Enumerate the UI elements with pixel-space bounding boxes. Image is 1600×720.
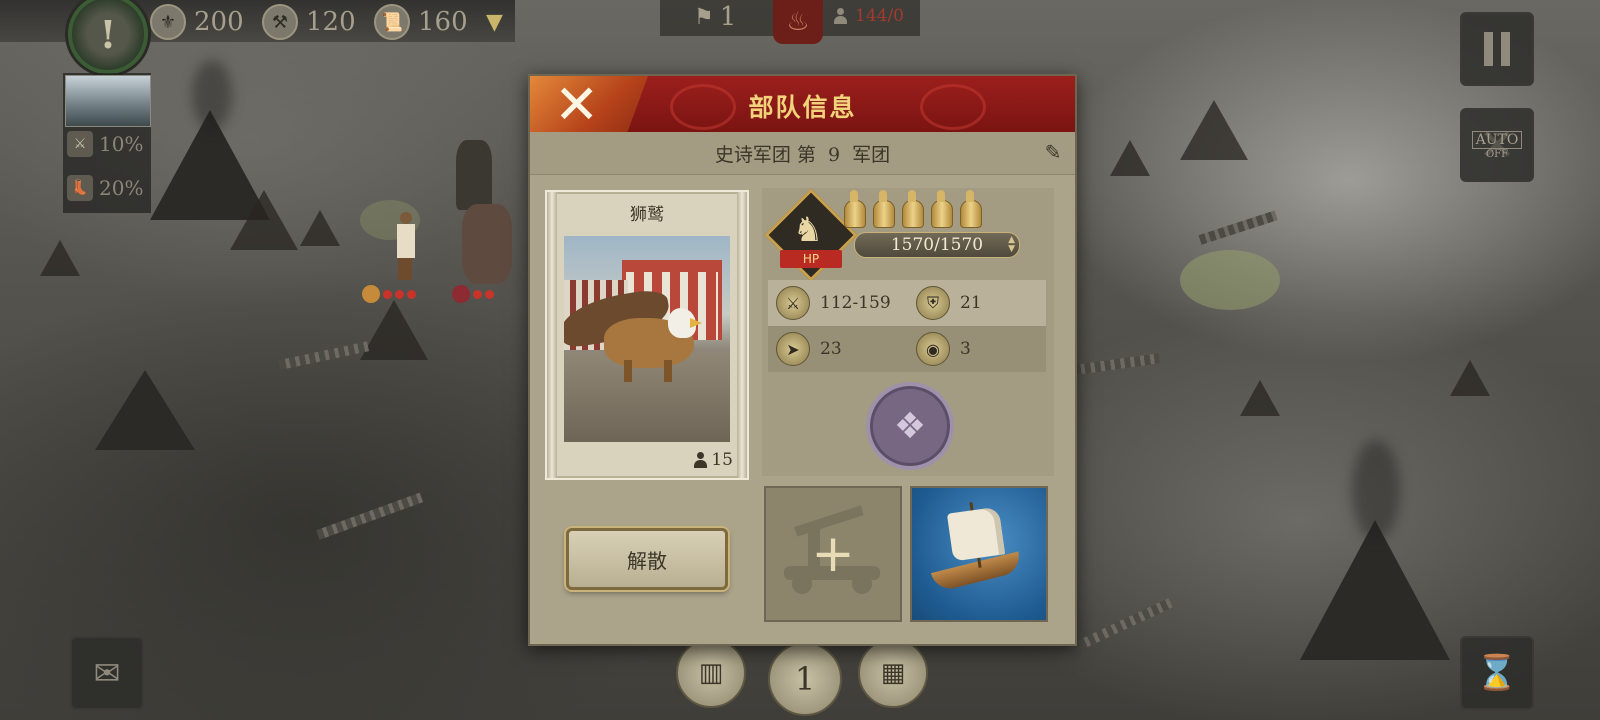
meadow-tile <box>1180 250 1280 310</box>
speed-icon: ➤ <box>776 332 810 366</box>
vision-icon: ◉ <box>916 332 950 366</box>
wall-segment <box>1074 353 1160 375</box>
auto-battle-button[interactable]: ✕ AUTO OFF <box>1460 108 1534 182</box>
unit-portrait-card: 狮鹫 15 <box>545 190 749 480</box>
terrain-info-panel[interactable]: ⚔ 10% 👢 20% <box>63 73 151 213</box>
scroll-icon: 📜 <box>374 4 410 40</box>
mountain <box>40 240 80 276</box>
terrain-thumbnail <box>65 75 151 127</box>
volcano <box>95 370 195 450</box>
wolf-emblem-icon[interactable]: ❖ <box>866 382 954 470</box>
helmet-icon <box>900 190 924 228</box>
mountain <box>1240 380 1280 416</box>
attack-icon: ⚔ <box>776 286 810 320</box>
legion-bar: 史诗军团 第 9 军团 ✎ <box>530 132 1075 175</box>
map-unit-spearman[interactable] <box>394 212 416 282</box>
flag-counter: ⚑ 1 <box>694 2 737 32</box>
chevron-down-icon[interactable]: ▼ <box>486 10 503 35</box>
flame-icon: ♨ <box>786 7 810 37</box>
resource-scroll: 📜 160 <box>374 4 468 40</box>
unit-name: 狮鹫 <box>630 205 664 225</box>
mountain <box>230 190 298 250</box>
card-column-left <box>547 192 557 478</box>
card-column-right <box>737 192 747 478</box>
stat-attack: ⚔ 112-159 <box>776 286 891 320</box>
knight-horse-icon: ♞ <box>792 210 824 250</box>
stat-vision: ◉ 3 <box>916 332 971 366</box>
stat-row: ⚔ 112-159 ⛨ 21 <box>768 280 1046 326</box>
boot-icon: 👢 <box>67 175 93 201</box>
coin-icon: ⚜ <box>150 4 186 40</box>
pause-button[interactable] <box>1460 12 1534 86</box>
griffin-portrait <box>564 236 730 442</box>
stat-row: ➤ 23 ◉ 3 <box>768 326 1046 372</box>
plus-icon: + <box>811 524 855 584</box>
stat-armor: ⛨ 21 <box>916 286 982 320</box>
scroll-icon: ✉ <box>93 654 121 692</box>
up-down-arrows-icon: ▲ ▼ <box>1008 235 1015 254</box>
end-turn-button[interactable]: ⌛ <box>1460 636 1534 710</box>
resource-material: ⚒ 120 <box>262 4 356 40</box>
rank-helmets <box>842 190 982 228</box>
hourglass-icon: ⌛ <box>1475 653 1519 693</box>
volcano <box>1300 520 1450 660</box>
turn-counter: 1 <box>768 642 842 716</box>
person-icon <box>693 452 708 468</box>
exclamation-icon: ! <box>99 11 117 57</box>
mountain <box>300 210 340 246</box>
edit-pencil-icon[interactable]: ✎ <box>1041 140 1065 164</box>
helmet-icon <box>871 190 895 228</box>
fire-button[interactable]: ♨ <box>773 0 823 44</box>
fence-icon: ▥ <box>698 658 724 688</box>
disband-button[interactable]: 解散 <box>566 528 728 590</box>
build-wall-button[interactable]: ▥ <box>676 638 746 708</box>
flag-icon: ⚑ <box>694 4 714 30</box>
hp-bar: 1570/1570 ▲ ▼ <box>854 232 1020 258</box>
mountain <box>1110 140 1150 176</box>
map-unit-tag <box>362 285 422 303</box>
map-unit-war-elephant[interactable] <box>444 140 524 290</box>
helmet-icon <box>842 190 866 228</box>
armor-icon: ⛨ <box>916 286 950 320</box>
unit-info-dialog: 部队信息 ✕ 史诗军团 第 9 军团 ✎ 狮鹫 15 解散 ♞ HP 1570/… <box>528 74 1077 646</box>
hammer-icon: ⚒ <box>262 4 298 40</box>
mountain <box>360 300 428 360</box>
volcano-smoke <box>1352 440 1400 540</box>
stat-speed: ➤ 23 <box>776 332 842 366</box>
map-icon: ▦ <box>880 658 906 688</box>
helmet-icon <box>929 190 953 228</box>
volcano-smoke <box>192 60 232 130</box>
ship-slot[interactable] <box>910 486 1048 622</box>
wall-segment <box>1077 598 1173 650</box>
legion-name: 史诗军团 第 9 军团 <box>714 144 891 166</box>
wall-segment <box>278 341 370 370</box>
hp-label: HP <box>780 250 842 268</box>
helmet-icon <box>958 190 982 228</box>
map-unit-tag <box>452 285 512 303</box>
person-icon <box>833 8 847 24</box>
defense-bonus: ⚔ 10% <box>67 131 143 157</box>
pause-icon <box>1484 32 1510 66</box>
resource-gold: ⚜ 200 <box>150 4 244 40</box>
hp-value: 1570/1570 <box>890 235 984 255</box>
map-scroll-button[interactable]: ✉ <box>70 636 144 710</box>
movement-bonus: 👢 20% <box>67 175 143 201</box>
map-button[interactable]: ▦ <box>858 638 928 708</box>
mountain <box>1180 100 1248 160</box>
close-icon: ✕ <box>554 73 600 136</box>
unit-stats-panel: ♞ HP 1570/1570 ▲ ▼ ⚔ 112-159 ⛨ 21 ➤ 23 ◉… <box>762 188 1054 476</box>
wall-segment <box>1198 210 1278 245</box>
wall-segment <box>316 492 424 540</box>
unit-count: 15 <box>693 450 733 470</box>
sword-shield-icon: ⚔ <box>67 131 93 157</box>
add-siege-slot[interactable]: + <box>764 486 902 622</box>
troop-capacity: 144/0 <box>833 6 904 26</box>
mountain <box>1450 360 1490 396</box>
